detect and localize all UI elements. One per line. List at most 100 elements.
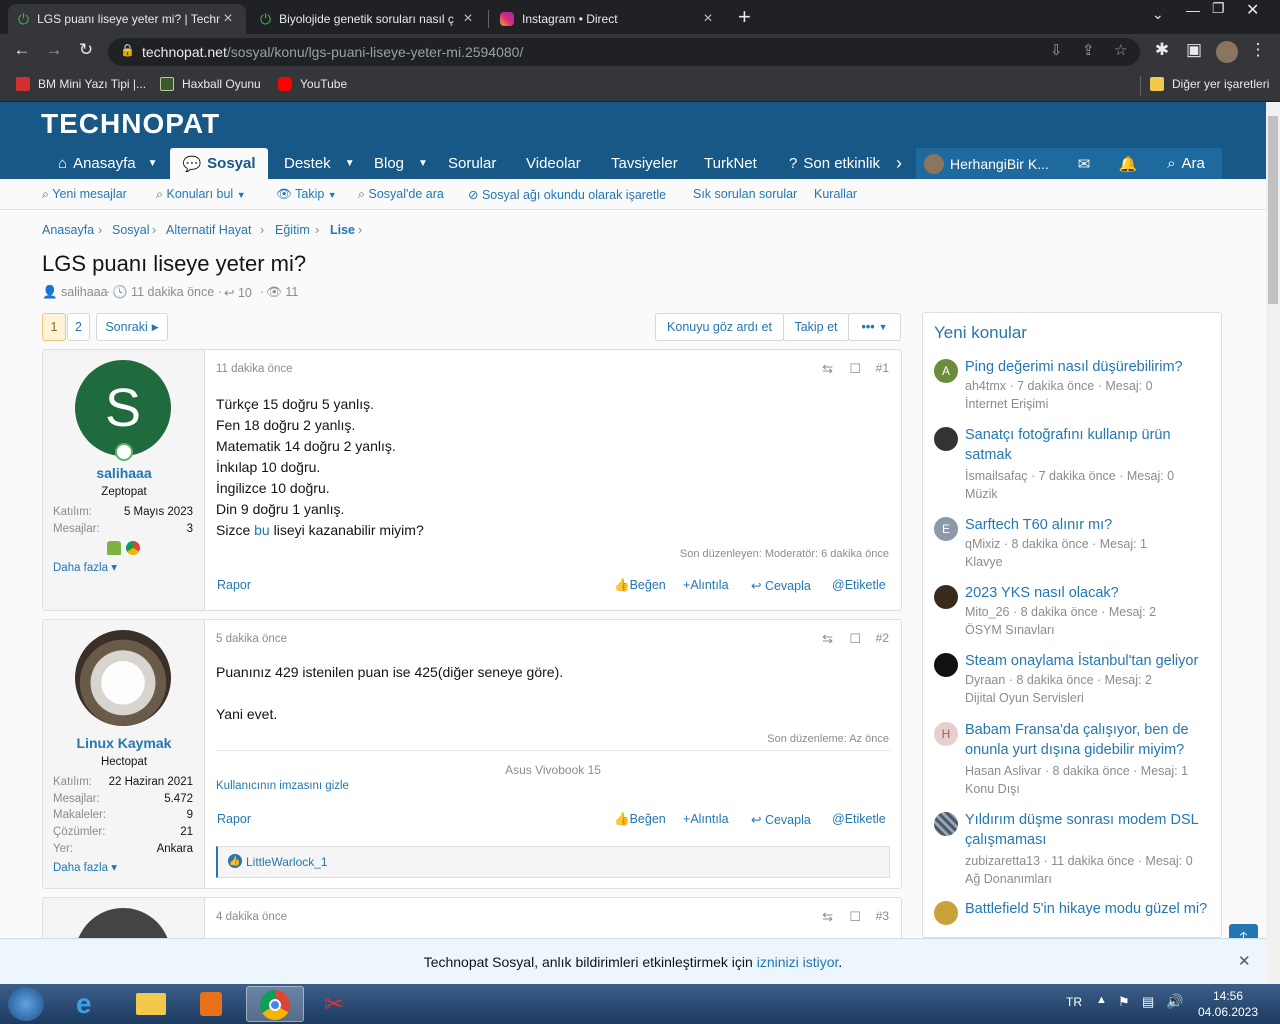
file-explorer-icon[interactable] [122,986,180,1022]
share-icon[interactable]: ⇆ [822,631,833,647]
inbox-icon[interactable]: ✉ [1062,148,1106,179]
sidepanel-icon[interactable]: ▣ [1182,40,1206,60]
breadcrumb-lise[interactable]: Lise [330,223,355,237]
bookmark-bm-mini[interactable]: BM Mini Yazı Tipi |... [16,77,146,91]
thread-forum[interactable]: Dijital Oyun Servisleri [965,689,1084,707]
scrollbar-thumb[interactable] [1268,116,1278,304]
show-hidden-icons[interactable]: ▲ [1096,994,1107,1006]
account-menu[interactable]: HerhangiBir K... [916,148,1062,179]
avatar[interactable] [934,812,958,836]
post-number[interactable]: #2 [876,631,889,645]
tag-button[interactable]: @Etiketle [832,578,886,592]
thread-author[interactable]: 👤 salihaaa [42,285,108,300]
page-1-button[interactable]: 1 [42,313,66,341]
bookmark-icon[interactable]: ☐ [849,909,861,925]
new-tab-button[interactable]: + [738,4,751,30]
close-window-icon[interactable]: ✕ [1246,0,1259,20]
nav-videolar[interactable]: Videolar [526,148,581,179]
like-button[interactable]: 👍Beğen [614,812,666,827]
subnav-rules[interactable]: Kurallar [814,187,857,201]
action-center-icon[interactable]: ⚑ [1118,994,1130,1010]
internet-explorer-icon[interactable]: e [62,986,120,1022]
forward-icon[interactable]: → [42,40,66,60]
subnav-faq[interactable]: Sık sorulan sorular [693,187,797,201]
thread-title-link[interactable]: Babam Fransa'da çalışıyor, ben de onunla… [965,720,1210,760]
bookmark-icon[interactable]: ☐ [849,361,861,377]
permission-link[interactable]: izninizi istiyor [757,954,839,970]
reply-button[interactable]: ↩ Cevapla [751,812,811,827]
page-2-button[interactable]: 2 [67,313,90,341]
share-icon[interactable]: ⇪ [1082,41,1095,59]
ignore-thread-button[interactable]: Konuyu göz ardı et [655,313,784,341]
subnav-watched[interactable]: 👁 Takip ▼ [276,187,337,202]
breadcrumb-anasayfa[interactable]: Anasayfa [42,223,94,237]
avatar[interactable]: A [934,359,958,383]
volume-icon[interactable]: 🔊 [1166,993,1183,1010]
chevron-down-icon[interactable]: ▼ [418,158,428,169]
minimize-icon[interactable]: — [1186,2,1200,18]
subnav-search[interactable]: ⌕ Sosyal'de ara [358,187,444,202]
menu-icon[interactable]: ⋮ [1246,40,1270,60]
thread-title-link[interactable]: Ping değerimi nasıl düşürebilirim? [965,357,1210,377]
thread-forum[interactable]: Ağ Donanımları [965,870,1052,888]
bookmark-other-folder[interactable]: Diğer yer işaretleri [1150,77,1269,91]
chrome-taskbar-icon[interactable] [246,986,304,1022]
clock-date[interactable]: 04.06.2023 [1195,1005,1261,1019]
report-link[interactable]: Rapor [217,578,251,592]
thread-title-link[interactable]: Sarftech T60 alınır mı? [965,515,1210,535]
sidebar-title[interactable]: Yeni konular [934,323,1027,343]
inline-link[interactable]: bu [254,522,270,538]
thread-title-link[interactable]: Battlefield 5'in hikaye modu güzel mi? [965,899,1210,919]
tag-button[interactable]: @Etiketle [832,812,886,826]
breadcrumb-alternatif-hayat[interactable]: Alternatif Hayat [166,223,251,237]
more-user-info-link[interactable]: Daha fazla ▾ [53,560,117,574]
avatar[interactable] [934,585,958,609]
thread-title-link[interactable]: Steam onaylama İstanbul'tan geliyor [965,651,1210,671]
tab-3[interactable]: Instagram • Direct × [490,4,726,34]
reaction-user-link[interactable]: LittleWarlock_1 [246,855,328,869]
nav-blog[interactable]: Blog ▼ [374,148,428,179]
thread-title-link[interactable]: Yıldırım düşme sonrası modem DSL çalışma… [965,810,1210,850]
subnav-new-posts[interactable]: ⌕ Yeni mesajlar [42,187,127,202]
watch-thread-button[interactable]: Takip et [783,313,849,341]
more-user-info-link[interactable]: Daha fazla ▾ [53,860,117,874]
close-icon[interactable]: × [700,10,716,28]
profile-avatar[interactable] [1216,41,1238,63]
thread-forum[interactable]: ÖSYM Sınavları [965,621,1055,639]
chevron-down-icon[interactable]: ▼ [345,158,355,169]
avatar[interactable] [934,653,958,677]
bookmark-haxball[interactable]: Haxball Oyunu [160,77,261,91]
nav-turknet[interactable]: TurkNet [704,148,757,179]
search-button[interactable]: ⌕ Ara [1150,148,1222,179]
close-icon[interactable]: × [220,10,236,28]
bookmark-youtube[interactable]: YouTube [278,77,347,91]
post-time[interactable]: 11 dakika önce [216,363,293,375]
tab-active[interactable]: ⏻ LGS puanı liseye yeter mi? | Techn × [8,4,246,34]
site-logo[interactable]: TECHNOPAT [41,108,220,140]
reply-button[interactable]: ↩ Cevapla [751,578,811,593]
back-icon[interactable]: ← [10,40,34,60]
more-options-button[interactable]: ••• ▼ [848,313,901,341]
bookmark-icon[interactable]: ☐ [849,631,861,647]
post-time[interactable]: 5 dakika önce [216,633,287,645]
nav-anasayfa[interactable]: ⌂ Anasayfa ▼ [58,148,158,179]
post-username[interactable]: salihaaa [43,465,205,481]
share-icon[interactable]: ⇆ [822,909,833,925]
language-indicator[interactable]: TR [1066,995,1082,1009]
share-icon[interactable]: ⇆ [822,361,833,377]
breadcrumb-egitim[interactable]: Eğitim [275,223,310,237]
avatar[interactable]: E [934,517,958,541]
like-button[interactable]: 👍Beğen [614,578,666,593]
nav-sosyal[interactable]: 💬 Sosyal [170,148,268,179]
thread-title-link[interactable]: Sanatçı fotoğrafını kullanıp ürün satmak [965,425,1210,465]
restore-icon[interactable]: ❐ [1212,0,1225,17]
nav-tavsiyeler[interactable]: Tavsiyeler [611,148,678,179]
thread-forum[interactable]: Konu Dışı [965,780,1020,798]
nav-son-etkinlik[interactable]: ? Son etkinlik [789,148,887,179]
thread-forum[interactable]: İnternet Erişimi [965,395,1048,413]
bookmark-star-icon[interactable]: ☆ [1114,41,1127,59]
hide-signature-link[interactable]: Kullanıcının imzasını gizle [216,780,349,792]
thread-forum[interactable]: Klavye [965,553,1003,571]
quote-button[interactable]: +Alıntıla [683,578,729,592]
next-page-button[interactable]: Sonraki ▶ [96,313,168,341]
